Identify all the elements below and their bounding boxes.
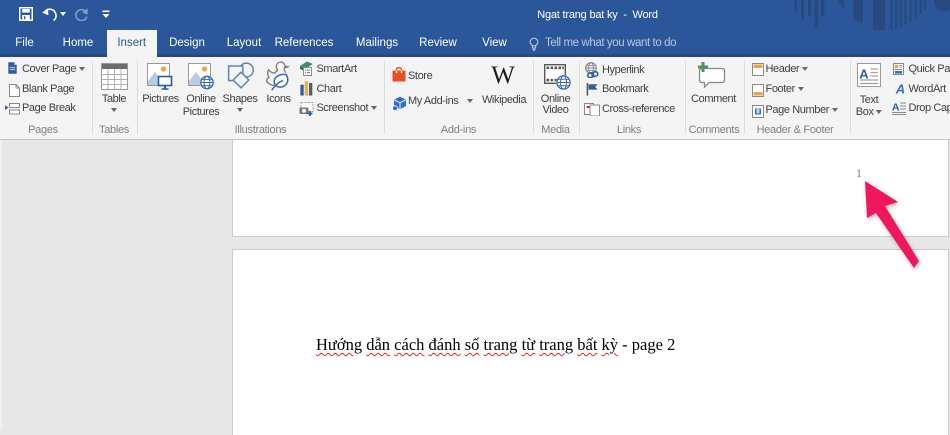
svg-text:A: A: [859, 66, 869, 81]
svg-text:A: A: [895, 83, 905, 95]
svg-text:A: A: [892, 102, 900, 114]
